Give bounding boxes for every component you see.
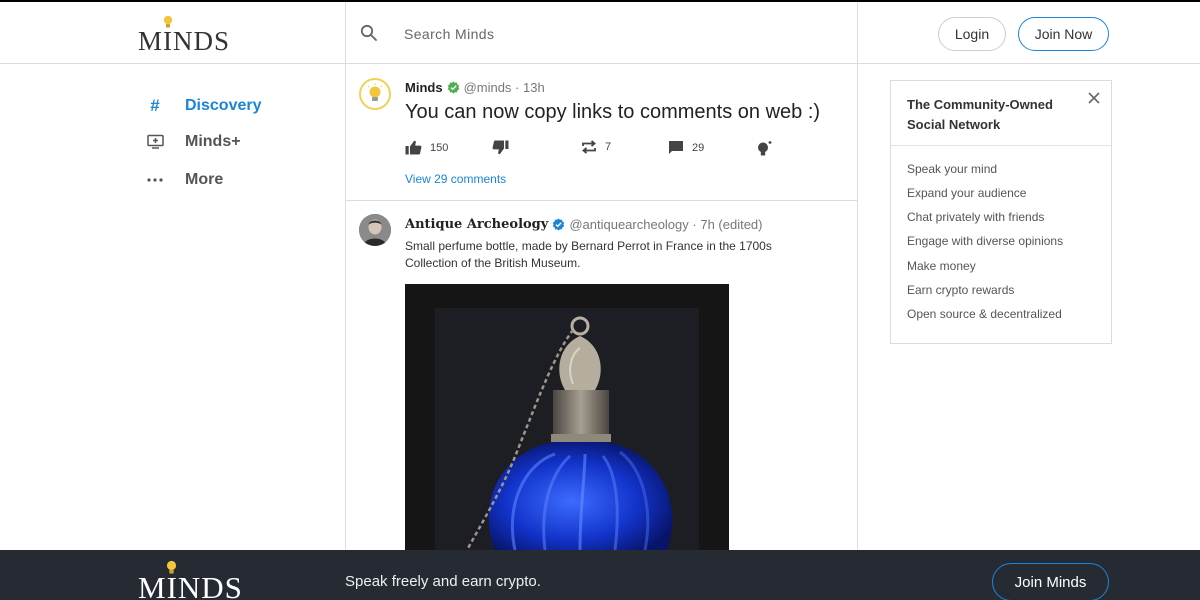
footer-logo[interactable]: MINDS [138, 560, 248, 600]
sidebar-item-label: Discovery [185, 97, 262, 114]
downvote-button[interactable] [492, 140, 517, 155]
view-comments-link[interactable]: View 29 comments [405, 172, 506, 186]
avatar[interactable] [359, 214, 391, 246]
search-icon[interactable] [360, 24, 378, 42]
minds-logo[interactable]: MINDS [138, 14, 232, 56]
top-header: MINDS Login Join Now [0, 0, 1200, 64]
sidebar-item-discovery[interactable]: # Discovery [146, 94, 262, 118]
post-image[interactable] [405, 284, 729, 550]
signup-footer-bar: MINDS Speak freely and earn crypto. Join… [0, 550, 1200, 600]
login-button[interactable]: Login [938, 17, 1006, 51]
hash-icon: # [150, 96, 160, 115]
verified-icon [553, 218, 565, 231]
post-time[interactable]: 13h [523, 80, 545, 95]
repeat-icon [582, 140, 596, 154]
post-handle[interactable]: @antiquearcheology [569, 217, 688, 232]
upvote-button[interactable]: 150 [405, 140, 448, 155]
sidebar-item-minds-plus[interactable]: Minds+ [146, 130, 241, 154]
monitor-plus-icon [146, 133, 164, 151]
lightbulb-icon [367, 83, 383, 101]
comment-count: 29 [692, 141, 705, 154]
close-icon[interactable] [1086, 90, 1102, 106]
post-handle[interactable]: @minds [464, 80, 512, 95]
post-header: Minds @minds · 13h [405, 80, 545, 95]
search-input[interactable] [404, 22, 824, 46]
perfume-bottle-image [405, 284, 729, 550]
join-minds-button[interactable]: Join Minds [992, 563, 1109, 600]
post-body: Small perfume bottle, made by Bernard Pe… [405, 238, 835, 272]
feature-item: Speak your mind [907, 162, 998, 176]
post-body-line: Small perfume bottle, made by Bernard Pe… [405, 239, 772, 253]
sidebar-item-label: More [185, 171, 224, 188]
lightbulb-boost-icon [758, 141, 772, 156]
feature-item: Open source & decentralized [907, 307, 1062, 321]
feature-item: Earn crypto rewards [907, 283, 1015, 297]
post-header: Antique Archeology @antiquearcheology · … [405, 217, 763, 232]
boost-button[interactable] [756, 140, 781, 157]
join-now-button[interactable]: Join Now [1018, 17, 1109, 51]
verified-icon [447, 81, 459, 94]
footer-tagline: Speak freely and earn crypto. [345, 573, 541, 590]
right-column-divider [857, 2, 858, 550]
community-card: The Community-Owned Social Network Speak… [890, 80, 1112, 344]
sidebar-item-more[interactable]: More [146, 168, 223, 192]
post-author[interactable]: Antique Archeology [405, 217, 548, 232]
logo-text: MINDS [138, 26, 231, 56]
remind-button[interactable]: 7 [581, 140, 611, 154]
card-title: The Community-Owned Social Network [907, 97, 1053, 132]
feature-item: Engage with diverse opinions [907, 234, 1064, 248]
post-divider [346, 200, 857, 201]
post-body-line: Collection of the British Museum. [405, 256, 581, 270]
separator-dot: · [688, 217, 701, 232]
footer-logo-text: MINDS [138, 570, 243, 600]
more-dots-icon [146, 171, 164, 189]
thumbs-up-icon [405, 140, 422, 155]
upvote-count: 150 [430, 141, 449, 154]
left-column-divider [345, 2, 346, 550]
sidebar-item-label: Minds+ [185, 133, 241, 150]
comment-icon [669, 141, 683, 154]
feature-item: Chat privately with friends [907, 210, 1045, 224]
remind-count: 7 [605, 141, 612, 153]
feature-item: Make money [907, 259, 976, 273]
post-title: You can now copy links to comments on we… [405, 101, 821, 123]
post-author[interactable]: Minds [405, 80, 443, 95]
avatar[interactable] [359, 78, 391, 110]
separator-dot: · [511, 80, 523, 95]
comment-button[interactable]: 29 [668, 140, 704, 155]
feature-item: Expand your audience [907, 186, 1027, 200]
profile-photo [359, 214, 391, 246]
post-time[interactable]: 7h (edited) [700, 217, 762, 232]
card-divider [891, 145, 1111, 146]
thumbs-down-icon [492, 140, 509, 155]
